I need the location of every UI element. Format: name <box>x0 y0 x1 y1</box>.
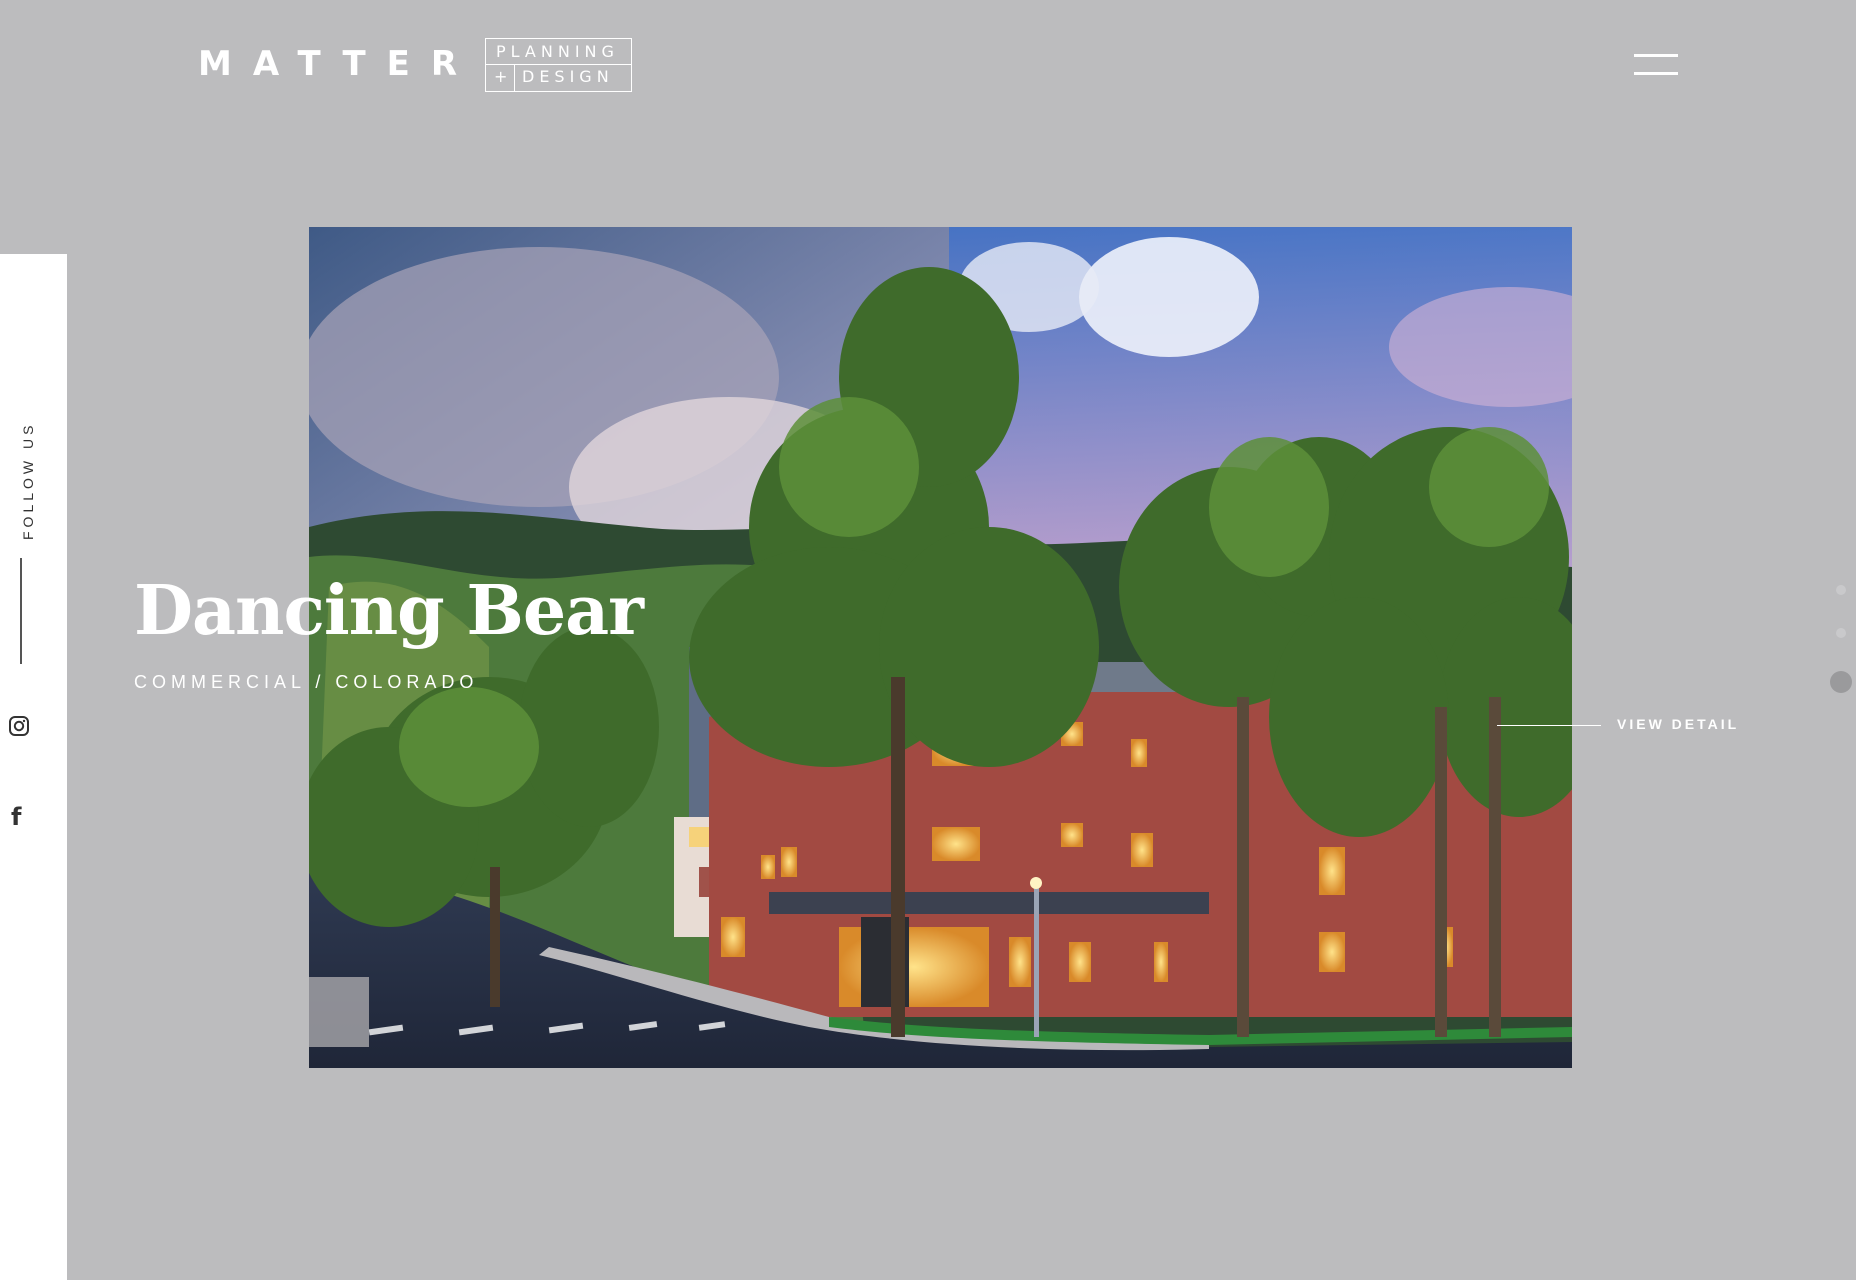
tagline-planning: PLANNING <box>496 42 619 61</box>
tagline-vertical-divider <box>514 64 515 91</box>
brand-logo[interactable]: MATTER <box>198 44 478 84</box>
site-header: MATTER PLANNING + DESIGN <box>0 0 1856 140</box>
view-detail-link[interactable]: VIEW DETAIL <box>1497 714 1739 734</box>
menu-bar-top <box>1634 54 1678 57</box>
social-sidebar <box>0 254 67 1280</box>
facebook-icon[interactable]: f <box>11 804 27 830</box>
tagline-divider <box>486 64 631 65</box>
slide-dot-3-active[interactable] <box>1830 671 1852 693</box>
menu-bar-bottom <box>1634 72 1678 75</box>
view-detail-line <box>1497 724 1601 727</box>
slide-dot-1[interactable] <box>1836 585 1846 595</box>
slide-dot-2[interactable] <box>1836 628 1846 638</box>
sidebar-divider-line <box>20 558 22 664</box>
instagram-icon[interactable] <box>9 716 29 736</box>
follow-us-label: FOLLOW US <box>20 421 36 540</box>
project-subtitle: COMMERCIAL / COLORADO <box>134 672 479 692</box>
hamburger-menu-icon[interactable] <box>1634 52 1678 80</box>
project-title: Dancing Bear <box>134 571 644 651</box>
tagline-plus: + <box>494 67 508 86</box>
view-detail-label: VIEW DETAIL <box>1617 716 1740 732</box>
brand-tagline-box[interactable]: PLANNING + DESIGN <box>485 38 632 92</box>
tagline-design: DESIGN <box>522 67 614 86</box>
